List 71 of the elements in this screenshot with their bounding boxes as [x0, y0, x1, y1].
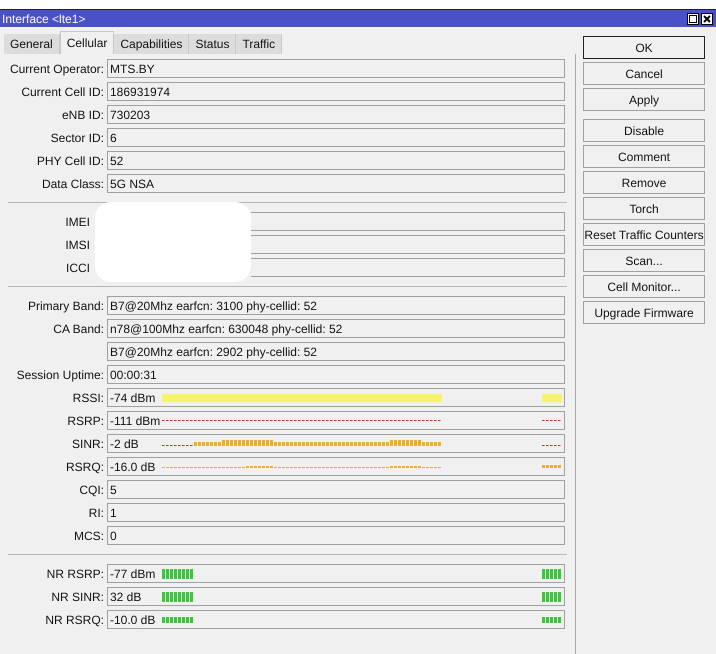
field-value: -74 dBm	[110, 390, 156, 406]
field-value: 32 dB	[110, 588, 142, 605]
maximize-icon[interactable]	[687, 12, 699, 24]
field-label: IMSI	[65, 236, 90, 254]
action-button[interactable]: Torch	[583, 197, 705, 220]
field-label: SINR:	[72, 436, 104, 452]
field-label: RSRQ:	[66, 458, 104, 476]
field-value: -77 dBm	[110, 566, 156, 582]
field-label: CA Band:	[53, 320, 104, 338]
field-label: Current Operator:	[10, 60, 104, 78]
read-only-field[interactable]: 5	[107, 480, 565, 499]
action-button[interactable]: Apply	[583, 88, 705, 111]
read-only-field[interactable]	[251, 258, 565, 277]
field-label: NR SINR:	[51, 588, 104, 606]
read-only-field[interactable]: MTS.BY	[107, 59, 565, 78]
tab[interactable]: Cellular	[60, 31, 114, 54]
field-label: NR RSRQ:	[45, 612, 104, 628]
read-only-field[interactable]: 6	[107, 128, 565, 147]
read-only-field[interactable]: 1	[107, 503, 565, 522]
window-title: Interface <lte1>	[2, 12, 86, 24]
field-label: IMEI	[65, 214, 90, 230]
action-button[interactable]: Reset Traffic Counters	[583, 223, 705, 246]
field-label: NR RSRP:	[46, 566, 104, 582]
read-only-field[interactable]: -74 dBm	[107, 388, 565, 407]
field-label: Current Cell ID:	[21, 84, 104, 100]
tab[interactable]: General	[4, 34, 60, 54]
field-label: eNB ID:	[62, 106, 104, 124]
field-label: ICCI	[66, 260, 90, 276]
action-button[interactable]: Disable	[583, 119, 705, 142]
field-value: -2 dB	[110, 436, 140, 452]
read-only-field[interactable]: n78@100Mhz earfcn: 630048 phy-cellid: 52	[107, 319, 565, 338]
tab[interactable]: Capabilities	[114, 34, 190, 54]
field-label: Sector ID:	[50, 130, 104, 146]
field-label: PHY Cell ID:	[36, 152, 104, 170]
read-only-field[interactable]: -77 dBm	[107, 564, 565, 583]
read-only-field[interactable]: -10.0 dB	[107, 610, 565, 629]
field-label: CQI:	[79, 482, 104, 498]
action-button[interactable]: Scan...	[583, 249, 705, 272]
read-only-field[interactable]: B7@20Mhz earfcn: 3100 phy-cellid: 52	[107, 296, 565, 315]
field-value: -10.0 dB	[110, 612, 156, 628]
tab[interactable]: Status	[189, 34, 236, 54]
field-label: MCS:	[74, 528, 104, 544]
field-label: RSRP:	[67, 412, 104, 430]
tab[interactable]: Traffic	[236, 34, 282, 54]
action-button[interactable]: Cancel	[583, 62, 705, 85]
field-value: -111 dBm	[110, 412, 162, 429]
action-button[interactable]: Comment	[583, 145, 705, 168]
read-only-field[interactable]: -16.0 dB	[107, 457, 565, 476]
action-button[interactable]: Upgrade Firmware	[583, 301, 705, 324]
action-button[interactable]: Cell Monitor...	[583, 275, 705, 298]
field-label: RSSI:	[72, 390, 104, 406]
close-icon[interactable]	[701, 12, 713, 24]
read-only-field[interactable]: 00:00:31	[107, 365, 565, 384]
field-value: -16.0 dB	[110, 458, 156, 475]
read-only-field[interactable]: 32 dB	[107, 587, 565, 606]
action-button[interactable]: Remove	[583, 171, 705, 194]
read-only-field[interactable]: B7@20Mhz earfcn: 2902 phy-cellid: 52	[107, 342, 565, 361]
read-only-field[interactable]: 730203	[107, 105, 565, 124]
read-only-field[interactable]: -111 dBm	[107, 411, 565, 430]
read-only-field[interactable]: 186931974	[107, 82, 565, 101]
field-label: Data Class:	[42, 176, 104, 192]
field-label: RI:	[88, 504, 104, 522]
read-only-field[interactable]: 52	[107, 151, 565, 170]
read-only-field[interactable]	[251, 212, 565, 231]
read-only-field[interactable]	[251, 235, 565, 254]
field-label: Session Uptime:	[16, 366, 104, 384]
field-label: Primary Band:	[28, 298, 104, 314]
action-button[interactable]: OK	[583, 36, 705, 59]
read-only-field[interactable]: 0	[107, 526, 565, 545]
read-only-field[interactable]: -2 dB	[107, 434, 565, 453]
read-only-field[interactable]: 5G NSA	[107, 174, 565, 193]
